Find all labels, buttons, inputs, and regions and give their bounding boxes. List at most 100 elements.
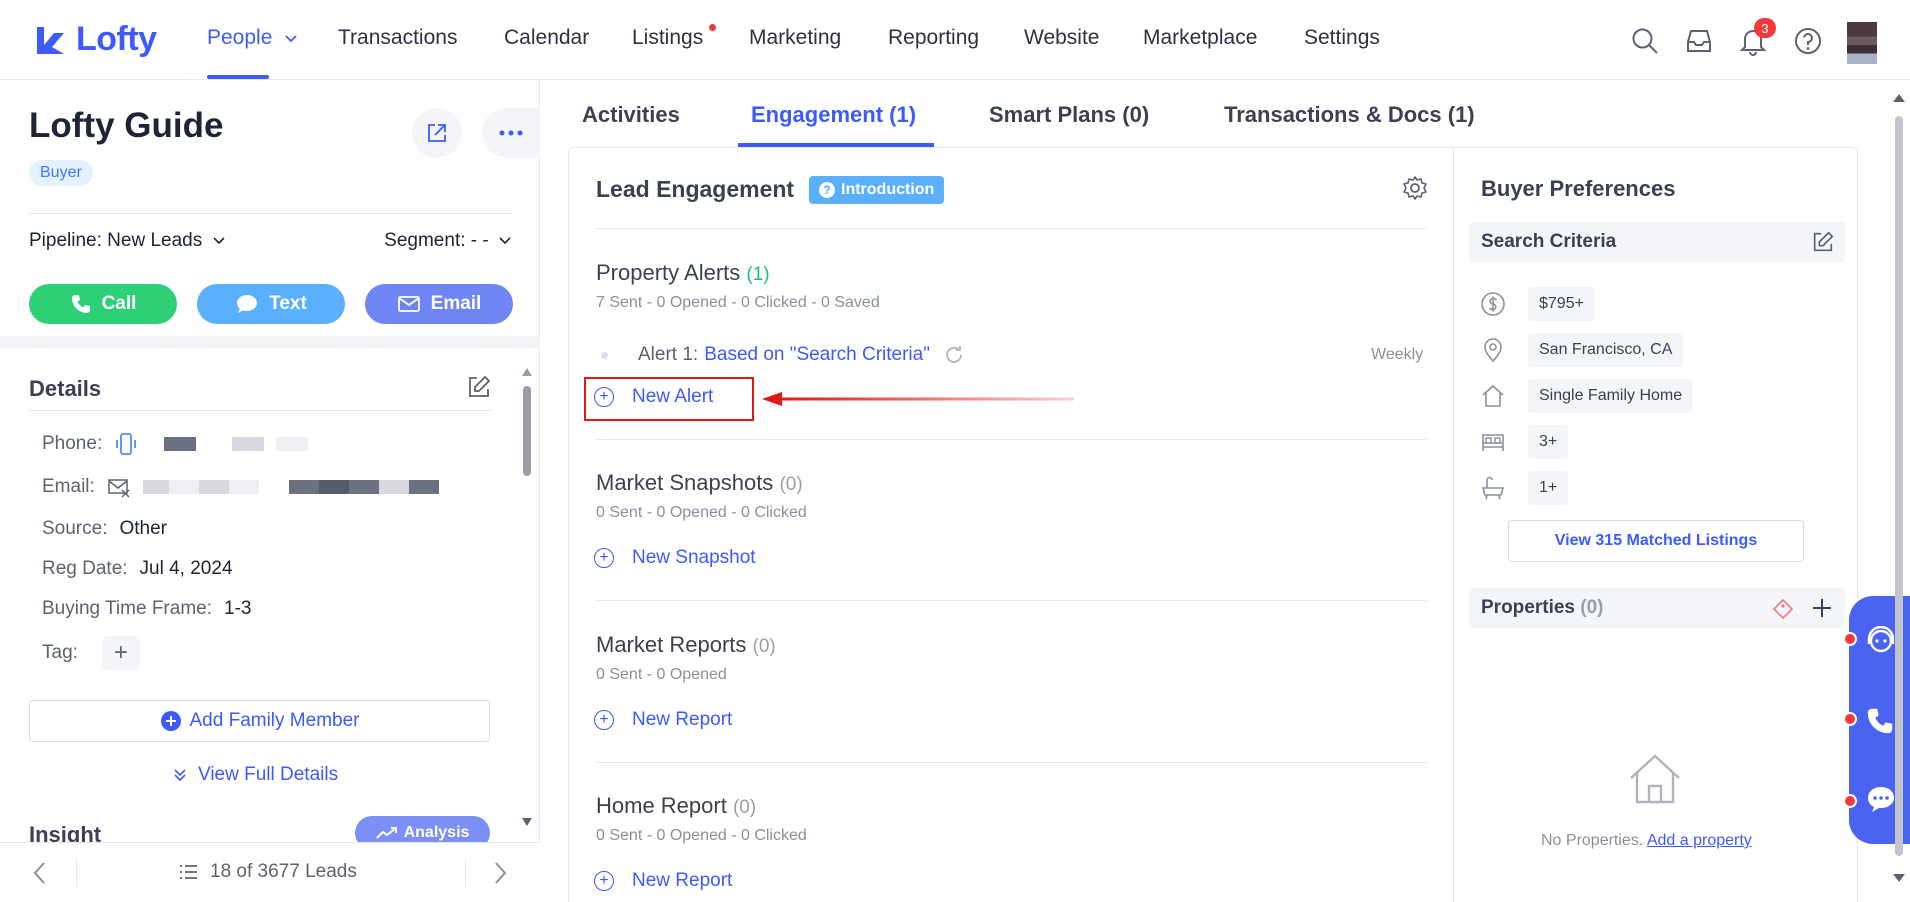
new-home-report-button[interactable]: + New Report — [594, 870, 732, 892]
source-row: Source: Other — [42, 518, 168, 539]
phone-label: Phone: — [42, 433, 103, 454]
user-avatar[interactable] — [1847, 22, 1877, 64]
alert-criteria-link[interactable]: Based on "Search Criteria" — [704, 344, 930, 366]
help-icon[interactable] — [1791, 24, 1825, 58]
top-navigation: Lofty People Transactions Calendar Listi… — [0, 0, 1910, 80]
tag-row: Tag: + — [42, 636, 140, 670]
text-button[interactable]: Text — [197, 284, 345, 324]
mail-icon — [397, 296, 420, 312]
new-snapshot-button[interactable]: + New Snapshot — [594, 547, 756, 569]
new-market-report-button[interactable]: + New Report — [594, 709, 732, 731]
divider — [29, 213, 512, 214]
lead-pagination: 18 of 3677 Leads — [0, 842, 540, 902]
buying-time-frame-row: Buying Time Frame: 1-3 — [42, 598, 252, 619]
edit-search-criteria-icon[interactable] — [1811, 230, 1835, 259]
nav-calendar[interactable]: Calendar — [504, 26, 589, 50]
segment-selector[interactable]: Segment: - - — [384, 230, 512, 252]
nav-marketing[interactable]: Marketing — [749, 26, 841, 50]
nav-people[interactable]: People — [207, 26, 298, 50]
pipeline-selector[interactable]: Pipeline: New Leads — [29, 230, 226, 252]
nav-active-underline — [207, 75, 269, 79]
market-snapshots-stats: 0 Sent - 0 Opened - 0 Clicked — [596, 504, 807, 521]
phone-icon — [71, 295, 90, 313]
market-reports-stats: 0 Sent - 0 Opened — [596, 666, 727, 683]
details-scrollbar[interactable] — [520, 362, 534, 832]
message-status-dot — [1843, 794, 1857, 808]
alert-frequency: Weekly — [1371, 346, 1424, 363]
tab-smart-plans[interactable]: Smart Plans (0) — [989, 102, 1149, 128]
mobile-phone-icon[interactable] — [114, 432, 138, 456]
redacted-phone — [232, 437, 265, 451]
no-properties-message: No Properties. Add a property — [1541, 832, 1752, 849]
more-options-button[interactable] — [482, 108, 540, 158]
add-property-link[interactable]: Add a property — [1647, 832, 1752, 849]
email-unsubscribed-icon[interactable] — [107, 476, 131, 498]
nav-reporting[interactable]: Reporting — [888, 26, 979, 50]
previous-lead-button[interactable] — [32, 861, 46, 890]
lofty-logo[interactable]: Lofty — [34, 20, 157, 59]
empty-house-icon — [1627, 750, 1683, 811]
location-preference: San Francisco, CA — [1480, 333, 1684, 367]
page-scrollbar[interactable] — [1891, 88, 1907, 888]
view-full-details-link[interactable]: View Full Details — [172, 764, 338, 786]
reg-date-row: Reg Date: Jul 4, 2024 — [42, 558, 233, 579]
add-property-plus-icon[interactable] — [1811, 597, 1833, 624]
listings-indicator-dot — [709, 24, 716, 31]
nav-marketplace[interactable]: Marketplace — [1143, 26, 1257, 50]
nav-website[interactable]: Website — [1024, 26, 1099, 50]
lead-tabs: Activities Engagement (1) Smart Plans (0… — [541, 80, 1891, 148]
redacted-email — [142, 480, 439, 494]
email-button[interactable]: Email — [365, 284, 513, 324]
property-tag-icon[interactable] — [1772, 598, 1794, 625]
home-report-stats: 0 Sent - 0 Opened - 0 Clicked — [596, 827, 807, 844]
gear-icon[interactable] — [1402, 175, 1428, 206]
list-icon — [180, 865, 197, 879]
nav-listings[interactable]: Listings — [632, 26, 703, 50]
help-circle-icon: ? — [819, 182, 835, 198]
bathtub-icon — [1481, 476, 1505, 500]
notification-count-badge: 3 — [1754, 18, 1776, 38]
details-title: Details — [29, 376, 102, 401]
bedrooms-chip: 3+ — [1528, 425, 1569, 459]
divider — [596, 228, 1426, 229]
plus-circle-icon: + — [594, 871, 614, 891]
buying-time-frame-value: 1-3 — [224, 598, 252, 619]
refresh-icon[interactable] — [944, 345, 964, 365]
tab-active-underline — [738, 143, 934, 147]
chat-bubble-icon — [237, 295, 258, 313]
market-snapshots-title: Market Snapshots (0) — [596, 470, 803, 495]
add-tag-button[interactable]: + — [101, 636, 140, 670]
search-criteria-header: Search Criteria — [1469, 222, 1845, 262]
email-label: Email: — [42, 476, 95, 497]
tab-engagement[interactable]: Engagement (1) — [751, 102, 916, 128]
call-button[interactable]: Call — [29, 284, 177, 324]
lead-count[interactable]: 18 of 3677 Leads — [178, 861, 357, 883]
more-dots-icon — [499, 130, 523, 136]
edit-details-icon[interactable] — [466, 374, 492, 405]
tab-activities[interactable]: Activities — [582, 102, 680, 128]
bathrooms-preference: 1+ — [1480, 471, 1569, 505]
property-type-preference: Single Family Home — [1480, 379, 1694, 413]
column-divider — [1453, 148, 1454, 902]
share-button[interactable] — [412, 108, 462, 158]
introduction-badge[interactable]: ? Introduction — [809, 176, 945, 204]
market-reports-title: Market Reports (0) — [596, 632, 776, 657]
plus-circle-icon: + — [594, 548, 614, 568]
next-lead-button[interactable] — [494, 861, 508, 890]
bed-icon — [1482, 434, 1504, 451]
add-family-member-button[interactable]: Add Family Member — [29, 700, 490, 742]
annotation-arrow — [762, 392, 1074, 406]
tab-transactions-docs[interactable]: Transactions & Docs (1) — [1224, 102, 1475, 128]
nav-settings[interactable]: Settings — [1304, 26, 1380, 50]
view-matched-listings-button[interactable]: View 315 Matched Listings — [1508, 520, 1804, 562]
alert-item: Alert 1: Based on "Search Criteria" — [601, 344, 964, 366]
bathrooms-chip: 1+ — [1528, 471, 1569, 505]
nav-transactions[interactable]: Transactions — [338, 26, 457, 50]
search-icon[interactable] — [1628, 24, 1662, 58]
chat-status-dot — [1843, 632, 1857, 646]
lofty-logo-icon — [37, 26, 64, 54]
home-report-title: Home Report (0) — [596, 793, 757, 818]
inbox-icon[interactable] — [1682, 24, 1716, 58]
plus-circle-icon: + — [594, 710, 614, 730]
property-alerts-stats: 7 Sent - 0 Opened - 0 Clicked - 0 Saved — [596, 294, 880, 311]
